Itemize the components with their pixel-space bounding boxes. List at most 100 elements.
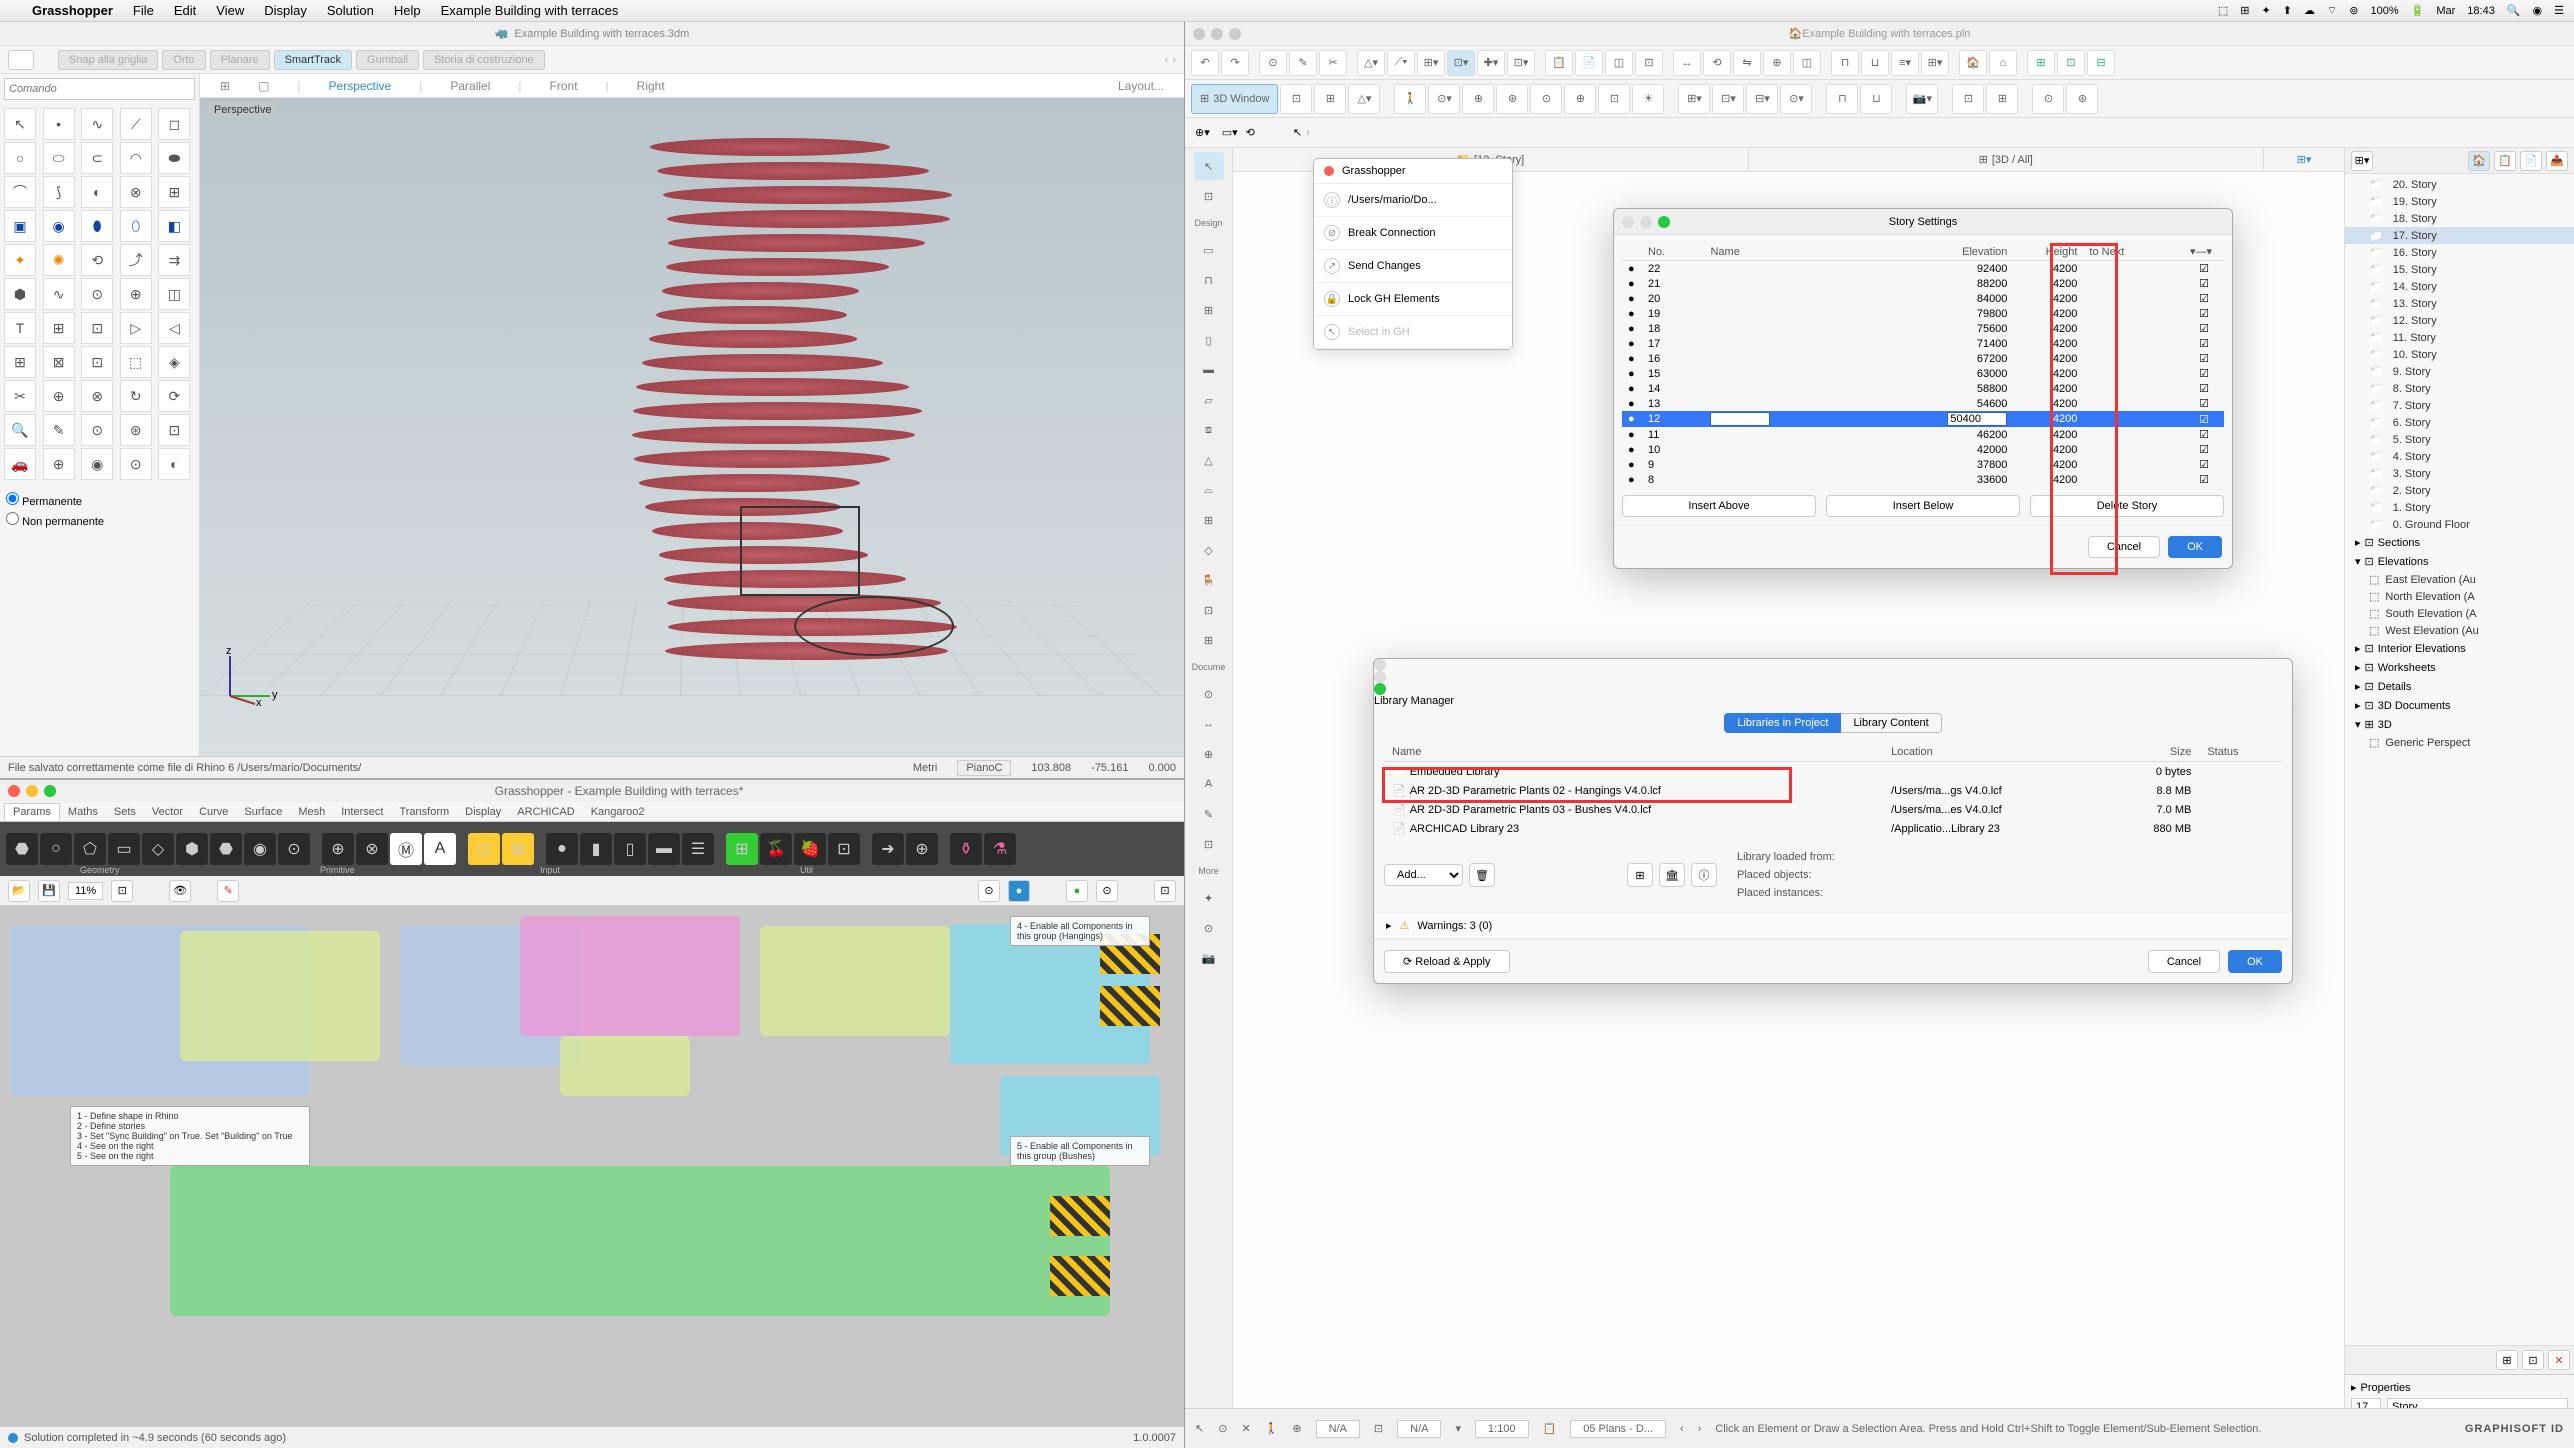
minimize-icon[interactable] bbox=[26, 785, 38, 797]
nav-publisher-icon[interactable]: 📤 bbox=[2546, 151, 2568, 171]
gh-tab[interactable]: Curve bbox=[191, 804, 236, 820]
maximize-icon[interactable] bbox=[1374, 683, 1386, 695]
maximize-icon[interactable] bbox=[1658, 216, 1670, 228]
tb2-icon[interactable]: ☀ bbox=[1632, 84, 1664, 114]
ribbon-icon[interactable]: ◫ bbox=[468, 833, 500, 865]
ribbon-icon[interactable]: ⚱ bbox=[950, 833, 982, 865]
cancel-button[interactable]: Cancel bbox=[2088, 536, 2160, 558]
tool-icon[interactable]: ↻ bbox=[120, 380, 152, 412]
lib-info-icon[interactable]: ⓘ bbox=[1691, 863, 1717, 887]
nav-story-item[interactable]: 9. Story bbox=[2345, 363, 2574, 380]
tab-parallel[interactable]: Parallel bbox=[436, 79, 504, 93]
ribbon-icon[interactable]: ⊗ bbox=[356, 833, 388, 865]
status-icon[interactable]: ⊡ bbox=[1374, 1422, 1383, 1435]
zone-tool-icon[interactable]: ⊡ bbox=[1194, 596, 1224, 624]
tool-icon[interactable]: ◐ bbox=[81, 176, 113, 208]
story-row[interactable]: ●17714004200☑ bbox=[1622, 336, 2224, 351]
tool-icon[interactable]: ○ bbox=[4, 142, 36, 174]
ribbon-icon[interactable]: ⬣ bbox=[6, 833, 38, 865]
status-scale[interactable]: 1:100 bbox=[1475, 1420, 1529, 1438]
tb2-icon[interactable]: ⊡ bbox=[1598, 84, 1630, 114]
insert-below-button[interactable]: Insert Below bbox=[1826, 495, 2020, 517]
tool-icon[interactable]: ✦ bbox=[1194, 884, 1224, 912]
tool-icon[interactable]: ⬬ bbox=[158, 142, 190, 174]
ribbon-icon[interactable]: ○ bbox=[40, 833, 72, 865]
mesh-tool-icon[interactable]: ⊞ bbox=[1194, 626, 1224, 654]
nav-story-item[interactable]: 15. Story bbox=[2345, 261, 2574, 278]
nav-foot-icon[interactable]: ⊡ bbox=[2522, 1350, 2544, 1370]
arrow-icon[interactable]: ↖ bbox=[1293, 126, 1302, 139]
tool-icon[interactable]: • bbox=[43, 108, 75, 140]
chevron-left-icon[interactable]: ‹ bbox=[1165, 54, 1169, 66]
ribbon-icon[interactable]: ⬣ bbox=[210, 833, 242, 865]
disclosure-icon[interactable]: ▸ bbox=[1386, 919, 1392, 932]
icon[interactable]: ⊡ bbox=[1154, 880, 1176, 902]
story-row[interactable]: ●19798004200☑ bbox=[1622, 306, 2224, 321]
send-changes-button[interactable]: ↗Send Changes bbox=[1314, 250, 1512, 283]
library-row[interactable]: AR 2D-3D Parametric Plants 03 - Bushes V… bbox=[1384, 800, 2282, 819]
nav-group[interactable]: ▾⊡Elevations bbox=[2345, 552, 2574, 571]
seg-libraries[interactable]: Libraries in Project bbox=[1724, 713, 1841, 733]
tb2-icon[interactable]: 📷▾ bbox=[1906, 84, 1938, 114]
graphisoft-id[interactable]: GRAPHISOFT ID bbox=[2465, 1423, 2564, 1435]
nav-foot-icon[interactable]: ⊞ bbox=[2496, 1350, 2518, 1370]
nav-group[interactable]: ▸⊡Interior Elevations bbox=[2345, 639, 2574, 658]
gh-tab[interactable]: Sets bbox=[106, 804, 144, 820]
tool-icon[interactable]: ⊕ bbox=[43, 380, 75, 412]
tool-icon[interactable]: ✂ bbox=[4, 380, 36, 412]
history-button[interactable]: Storia di costruzione bbox=[423, 50, 545, 70]
library-row[interactable]: Embedded Library0 bytes bbox=[1384, 762, 2282, 782]
icon[interactable]: ● bbox=[1066, 880, 1088, 902]
maximize-icon[interactable] bbox=[44, 785, 56, 797]
tool-icon[interactable]: ⊞ bbox=[43, 312, 75, 344]
tool-icon[interactable]: ⊙ bbox=[81, 414, 113, 446]
app-menu[interactable]: Grasshopper bbox=[22, 3, 123, 18]
tool-icon[interactable]: ⟋ bbox=[120, 108, 152, 140]
nav-story-item[interactable]: 12. Story bbox=[2345, 312, 2574, 329]
story-row[interactable]: ●16672004200☑ bbox=[1622, 351, 2224, 366]
spotlight-icon[interactable]: 🔍 bbox=[2507, 4, 2521, 17]
nav-story-item[interactable]: 1. Story bbox=[2345, 499, 2574, 516]
tool-icon[interactable]: ⬚ bbox=[120, 346, 152, 378]
toolbar-icon[interactable] bbox=[8, 50, 34, 70]
gh-tab[interactable]: Maths bbox=[60, 804, 106, 820]
snap-grid-button[interactable]: Snap alla griglia bbox=[58, 50, 158, 70]
menu-display[interactable]: Display bbox=[254, 3, 317, 18]
tool-icon[interactable]: ⬢ bbox=[4, 278, 36, 310]
tool-icon[interactable]: T bbox=[4, 312, 36, 344]
ribbon-icon[interactable]: ⊕ bbox=[906, 833, 938, 865]
ribbon-icon[interactable]: 🍓 bbox=[794, 833, 826, 865]
zoom-ext-icon[interactable]: ⊡ bbox=[111, 880, 133, 902]
ribbon-icon[interactable]: ☰ bbox=[682, 833, 714, 865]
tool-icon[interactable]: ⟆ bbox=[43, 176, 75, 208]
nav-story-item[interactable]: 10. Story bbox=[2345, 346, 2574, 363]
tb2-icon[interactable]: △▾ bbox=[1348, 84, 1380, 114]
gh-tab[interactable]: Kangaroo2 bbox=[583, 804, 653, 820]
story-row[interactable]: ●15630004200☑ bbox=[1622, 366, 2224, 381]
nav-group[interactable]: ▸⊡Worksheets bbox=[2345, 658, 2574, 677]
tb2-icon[interactable]: 🚶 bbox=[1394, 84, 1426, 114]
navigator-tree[interactable]: 20. Story19. Story18. Story17. Story16. … bbox=[2345, 174, 2574, 1345]
insert-above-button[interactable]: Insert Above bbox=[1622, 495, 1816, 517]
tool-icon[interactable]: ↖ bbox=[4, 108, 36, 140]
tool-icon[interactable]: ⊡ bbox=[158, 414, 190, 446]
icon[interactable]: ⊙ bbox=[978, 880, 1000, 902]
tool-icon[interactable]: ⊞ bbox=[158, 176, 190, 208]
status-icon[interactable]: 📋 bbox=[1543, 1422, 1557, 1435]
lib-icon[interactable]: ⊞ bbox=[1627, 863, 1653, 887]
viewport-label[interactable]: Perspective bbox=[208, 102, 277, 118]
roof-tool-icon[interactable]: △ bbox=[1194, 446, 1224, 474]
tb2-icon[interactable]: ⊓ bbox=[1826, 84, 1858, 114]
tool-icon[interactable]: ∿ bbox=[81, 108, 113, 140]
tb-icon[interactable]: ◫ bbox=[1793, 50, 1821, 76]
status-icon[interactable]: ⊕ bbox=[1292, 1422, 1301, 1435]
viewport-single-icon[interactable]: ▢ bbox=[244, 79, 283, 93]
wifi-icon[interactable]: ⊚ bbox=[2349, 4, 2358, 17]
tb2-icon[interactable]: ⊛ bbox=[1496, 84, 1528, 114]
tb2-icon[interactable]: ⊙▾ bbox=[1428, 84, 1460, 114]
nav-item[interactable]: ⬚East Elevation (Au bbox=[2345, 571, 2574, 588]
curtain-tool-icon[interactable]: ⊞ bbox=[1194, 506, 1224, 534]
close-icon[interactable] bbox=[1193, 28, 1205, 40]
tool-icon[interactable]: ⤴ bbox=[120, 244, 152, 276]
ribbon-icon[interactable]: ⬢ bbox=[176, 833, 208, 865]
